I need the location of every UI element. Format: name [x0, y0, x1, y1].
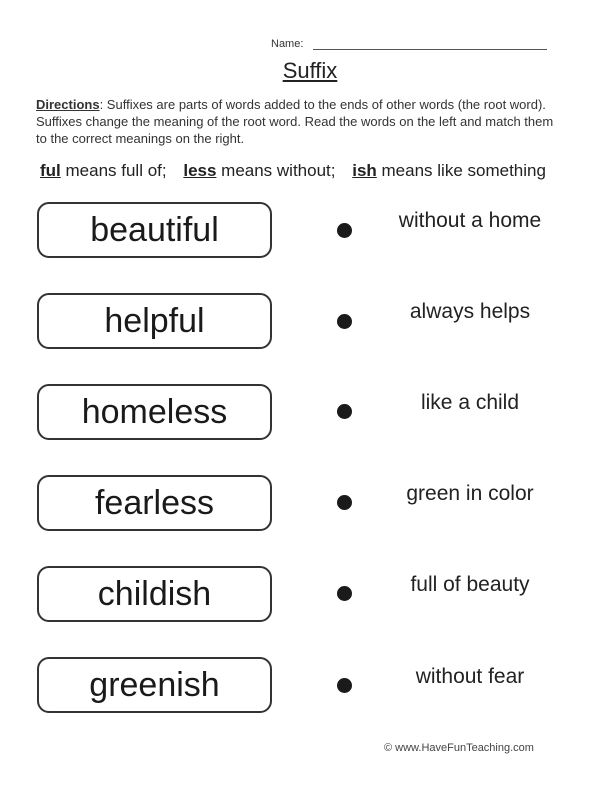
directions: Directions: Suffixes are parts of words …	[36, 96, 566, 147]
word-box: fearless	[37, 475, 272, 531]
directions-text: : Suffixes are parts of words added to t…	[36, 97, 554, 146]
name-field-line[interactable]	[313, 49, 547, 50]
suffix-ish: ish	[352, 161, 377, 180]
meaning-text: always helps	[409, 300, 531, 323]
meaning-text: like a child	[420, 391, 520, 414]
suffix-ish-meaning: means like something	[376, 161, 546, 180]
match-dot[interactable]	[337, 678, 352, 693]
match-dot[interactable]	[337, 495, 352, 510]
word-box: homeless	[37, 384, 272, 440]
word-box: beautiful	[37, 202, 272, 258]
suffix-less-meaning: means without;	[216, 161, 336, 180]
suffix-ful: ful	[40, 161, 61, 180]
name-label: Name:	[271, 38, 304, 50]
word-box: greenish	[37, 657, 272, 713]
meaning-text: without a home	[398, 209, 542, 232]
suffix-ful-meaning: means full of;	[60, 161, 167, 180]
suffix-key: ful means full of; less means without; i…	[40, 161, 546, 181]
match-dot[interactable]	[337, 314, 352, 329]
match-dot[interactable]	[337, 404, 352, 419]
meaning-text: full of beauty	[410, 573, 530, 596]
directions-label: Directions	[36, 97, 100, 112]
match-dot[interactable]	[337, 586, 352, 601]
word-box: helpful	[37, 293, 272, 349]
page-title: Suffix	[282, 58, 338, 83]
suffix-less: less	[183, 161, 217, 180]
copyright-footer: © www.HaveFunTeaching.com	[384, 742, 534, 754]
match-dot[interactable]	[337, 223, 352, 238]
meaning-text: green in color	[406, 482, 534, 505]
word-box: childish	[37, 566, 272, 622]
meaning-text: without fear	[415, 665, 525, 688]
